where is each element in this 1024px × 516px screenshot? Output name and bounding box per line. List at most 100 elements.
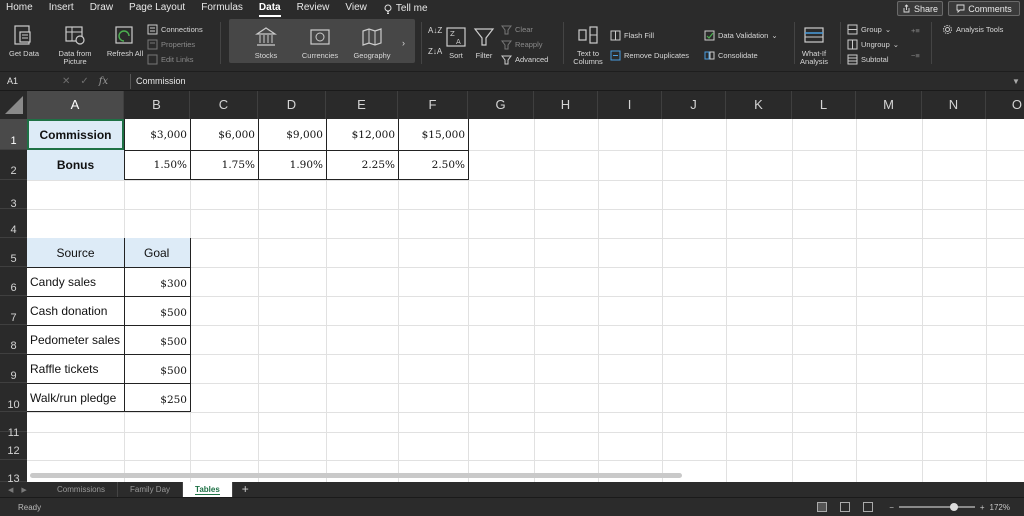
table-row-source[interactable]: Raffle tickets <box>27 354 124 383</box>
cell-e2[interactable]: 2.25% <box>326 150 398 180</box>
data-validation-button[interactable]: Data Validation ⌄ <box>704 30 778 41</box>
cell-a1-commission-label[interactable]: Commission <box>27 119 124 150</box>
page-break-view-icon[interactable] <box>863 502 874 512</box>
name-box[interactable]: A1 <box>0 73 48 90</box>
column-header-m[interactable]: M <box>856 91 922 119</box>
sort-button[interactable]: ZA Sort <box>444 25 468 60</box>
group-button[interactable]: Group ⌄ <box>847 24 891 35</box>
text-to-columns-button[interactable]: Text to Columns <box>569 23 607 66</box>
cell-c1[interactable]: $6,000 <box>190 119 258 150</box>
geography-button[interactable]: Geography <box>352 25 392 60</box>
cancel-icon[interactable]: ✕ <box>62 76 70 87</box>
row-header-10[interactable]: 10 <box>0 383 27 412</box>
tab-home[interactable]: Home <box>0 0 41 17</box>
row-header-5[interactable]: 5 <box>0 238 27 267</box>
cell-d1[interactable]: $9,000 <box>258 119 326 150</box>
table-row-source[interactable]: Pedometer sales <box>27 325 124 354</box>
sort-descending-icon[interactable]: Z↓A <box>428 47 442 56</box>
what-if-analysis-button[interactable]: What-If Analysis <box>797 23 831 66</box>
column-header-f[interactable]: F <box>398 91 468 119</box>
next-sheet-icon[interactable]: ▶ <box>21 486 26 494</box>
zoom-slider-thumb[interactable] <box>949 503 958 511</box>
page-layout-view-icon[interactable] <box>840 502 851 512</box>
insert-function-icon[interactable]: fx <box>99 76 108 87</box>
hide-detail-icon[interactable]: −≡ <box>911 51 920 60</box>
table-header-source[interactable]: Source <box>27 238 124 267</box>
advanced-filter-button[interactable]: Advanced <box>501 54 548 65</box>
column-header-n[interactable]: N <box>922 91 986 119</box>
edit-links-button[interactable]: Edit Links <box>147 54 194 65</box>
ungroup-button[interactable]: Ungroup ⌄ <box>847 39 899 50</box>
formula-input[interactable]: Commission <box>130 73 1008 89</box>
table-row-source[interactable]: Cash donation <box>27 296 124 325</box>
comments-button[interactable]: Comments <box>948 1 1020 16</box>
row-header-9[interactable]: 9 <box>0 354 27 383</box>
tab-data[interactable]: Data <box>251 0 289 17</box>
check-icon[interactable]: ✓ <box>80 76 88 87</box>
row-header-6[interactable]: 6 <box>0 267 27 296</box>
share-button[interactable]: Share <box>897 1 943 16</box>
properties-button[interactable]: Properties <box>147 39 195 50</box>
column-header-a[interactable]: A <box>27 91 124 119</box>
row-header-1[interactable]: 1 <box>0 119 27 150</box>
reapply-button[interactable]: Reapply <box>501 39 543 50</box>
select-all-button[interactable] <box>0 91 27 119</box>
table-row-goal[interactable]: $250 <box>124 383 190 412</box>
expand-formula-bar-icon[interactable]: ▼ <box>1008 77 1024 86</box>
show-detail-icon[interactable]: +≡ <box>911 26 920 35</box>
column-header-e[interactable]: E <box>326 91 398 119</box>
data-from-picture-button[interactable]: Data from Picture <box>52 23 98 66</box>
tell-me-search[interactable]: Tell me <box>375 3 428 14</box>
analysis-tools-button[interactable]: Analysis Tools <box>942 24 1003 35</box>
subtotal-button[interactable]: Subtotal <box>847 54 889 65</box>
cell-e1[interactable]: $12,000 <box>326 119 398 150</box>
row-header-12[interactable]: 12 <box>0 432 27 460</box>
table-row-goal[interactable]: $300 <box>124 267 190 296</box>
sort-ascending-icon[interactable]: A↓Z <box>428 26 442 35</box>
row-header-3[interactable]: 3 <box>0 180 27 210</box>
column-header-k[interactable]: K <box>726 91 792 119</box>
cell-a2-bonus-label[interactable]: Bonus <box>27 150 124 180</box>
tab-insert[interactable]: Insert <box>41 0 82 17</box>
stocks-button[interactable]: Stocks <box>246 25 286 60</box>
table-row-goal[interactable]: $500 <box>124 325 190 354</box>
clear-filter-button[interactable]: Clear <box>501 24 533 35</box>
table-row-goal[interactable]: $500 <box>124 296 190 325</box>
chevron-right-icon[interactable]: › <box>402 38 405 48</box>
table-row-source[interactable]: Candy sales <box>27 267 124 296</box>
get-data-button[interactable]: Get Data <box>4 23 44 58</box>
sheet-tab-commissions[interactable]: Commissions <box>45 482 119 497</box>
column-header-g[interactable]: G <box>468 91 534 119</box>
sheet-tab-family-day[interactable]: Family Day <box>118 482 184 497</box>
cell-b1[interactable]: $3,000 <box>124 119 190 150</box>
consolidate-button[interactable]: Consolidate <box>704 50 758 61</box>
cell-f1[interactable]: $15,000 <box>398 119 468 150</box>
row-header-2[interactable]: 2 <box>0 150 27 180</box>
column-header-o[interactable]: O <box>986 91 1024 119</box>
normal-view-icon[interactable] <box>817 502 828 512</box>
tab-draw[interactable]: Draw <box>82 0 121 17</box>
row-header-11[interactable]: 11 <box>0 412 27 439</box>
column-header-c[interactable]: C <box>190 91 258 119</box>
cell-b2[interactable]: 1.50% <box>124 150 190 180</box>
refresh-all-button[interactable]: Refresh All <box>106 23 144 58</box>
tab-review[interactable]: Review <box>289 0 338 17</box>
horizontal-scrollbar[interactable] <box>30 473 682 478</box>
tab-page-layout[interactable]: Page Layout <box>121 0 193 17</box>
remove-duplicates-button[interactable]: Remove Duplicates <box>610 50 689 61</box>
table-header-goal[interactable]: Goal <box>124 238 190 267</box>
column-header-l[interactable]: L <box>792 91 856 119</box>
column-header-i[interactable]: I <box>598 91 662 119</box>
row-header-13[interactable]: 13 <box>0 460 27 482</box>
prev-sheet-icon[interactable]: ◀ <box>8 486 13 494</box>
connections-button[interactable]: Connections <box>147 24 203 35</box>
row-header-8[interactable]: 8 <box>0 325 27 354</box>
zoom-in-button[interactable]: + <box>980 503 985 512</box>
row-header-4[interactable]: 4 <box>0 209 27 238</box>
add-sheet-button[interactable]: + <box>233 482 258 497</box>
cell-c2[interactable]: 1.75% <box>190 150 258 180</box>
flash-fill-button[interactable]: Flash Fill <box>610 30 654 41</box>
currencies-button[interactable]: Currencies <box>297 25 343 60</box>
table-row-source[interactable]: Walk/run pledge <box>27 383 124 412</box>
filter-button[interactable]: Filter <box>472 25 496 60</box>
